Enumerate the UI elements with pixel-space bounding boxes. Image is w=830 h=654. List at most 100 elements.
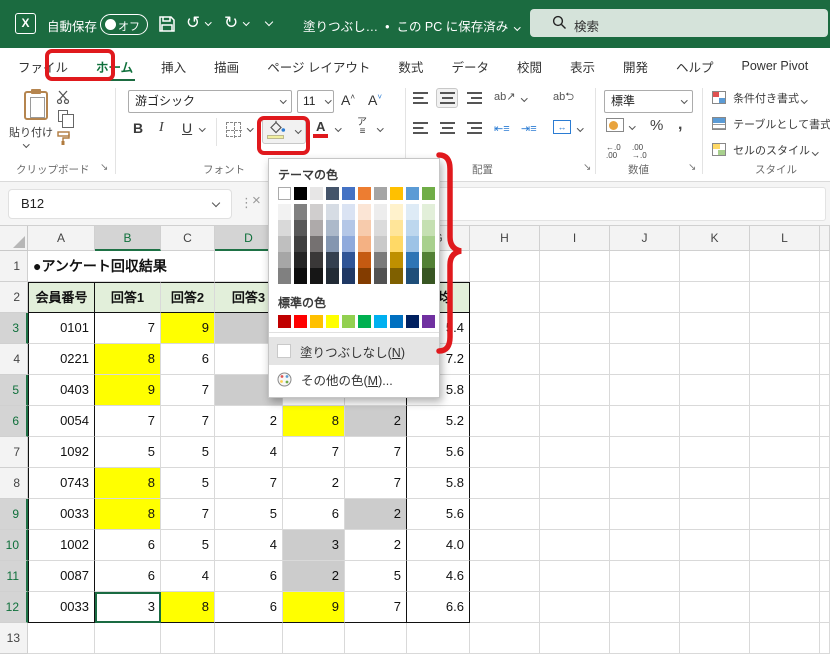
increase-indent-icon[interactable]: ⇥≡ — [521, 122, 537, 135]
color-swatch[interactable] — [422, 236, 435, 252]
color-swatch[interactable] — [406, 204, 419, 220]
color-swatch[interactable] — [374, 315, 387, 328]
align-top-icon[interactable] — [413, 92, 428, 104]
cell-K9[interactable] — [680, 499, 750, 530]
color-swatch[interactable] — [294, 268, 307, 284]
cell-D8[interactable]: 7 — [215, 468, 283, 499]
save-icon[interactable] — [158, 15, 176, 33]
cell-A12[interactable]: 0033 — [28, 592, 95, 623]
decrease-decimal-icon[interactable]: .00→.0 — [632, 144, 647, 160]
align-left-icon[interactable] — [413, 122, 428, 134]
color-swatch[interactable] — [326, 236, 339, 252]
cell-A5[interactable]: 0403 — [28, 375, 95, 406]
cell-I2[interactable] — [540, 282, 610, 313]
row-header-4[interactable]: 4 — [0, 344, 28, 375]
cell-L11[interactable] — [750, 561, 820, 592]
row-header-13[interactable]: 13 — [0, 623, 28, 654]
font-color-button[interactable]: A — [316, 119, 325, 134]
increase-decimal-icon[interactable]: ←.0.00 — [606, 144, 621, 160]
cell-C8[interactable]: 5 — [161, 468, 215, 499]
cell-H4[interactable] — [470, 344, 540, 375]
cell-C4[interactable]: 6 — [161, 344, 215, 375]
redo-dropdown-icon[interactable] — [243, 19, 249, 25]
color-swatch[interactable] — [342, 187, 355, 200]
cell-H1[interactable] — [470, 251, 540, 282]
cell-L12[interactable] — [750, 592, 820, 623]
cell-K3[interactable] — [680, 313, 750, 344]
color-swatch[interactable] — [294, 204, 307, 220]
cell-B5[interactable]: 9 — [95, 375, 161, 406]
cell-C13[interactable] — [161, 623, 215, 654]
cell-L7[interactable] — [750, 437, 820, 468]
cell-H7[interactable] — [470, 437, 540, 468]
cell-L9[interactable] — [750, 499, 820, 530]
color-swatch[interactable] — [294, 187, 307, 200]
row-header-7[interactable]: 7 — [0, 437, 28, 468]
tab-9[interactable]: 表示 — [556, 48, 609, 84]
cell-D11[interactable]: 6 — [215, 561, 283, 592]
cell-K13[interactable] — [680, 623, 750, 654]
color-swatch[interactable] — [406, 220, 419, 236]
col-header-C[interactable]: C — [161, 226, 215, 251]
color-swatch[interactable] — [294, 236, 307, 252]
cell-L2[interactable] — [750, 282, 820, 313]
cell-E7[interactable]: 7 — [283, 437, 345, 468]
color-swatch[interactable] — [390, 236, 403, 252]
font-name-select[interactable]: 游ゴシック — [128, 90, 292, 113]
cell-F11[interactable]: 5 — [345, 561, 407, 592]
row-header-12[interactable]: 12 — [0, 592, 28, 623]
cell-L10[interactable] — [750, 530, 820, 561]
color-swatch[interactable] — [310, 187, 323, 200]
color-swatch[interactable] — [278, 252, 291, 268]
cell-I5[interactable] — [540, 375, 610, 406]
cell-G10[interactable]: 4.0 — [407, 530, 470, 561]
cell-H10[interactable] — [470, 530, 540, 561]
col-header-L[interactable]: L — [750, 226, 820, 251]
cell-L8[interactable] — [750, 468, 820, 499]
cell-I9[interactable] — [540, 499, 610, 530]
color-swatch[interactable] — [374, 236, 387, 252]
color-swatch[interactable] — [374, 268, 387, 284]
cell-B9[interactable]: 8 — [95, 499, 161, 530]
search-input[interactable]: 検索 — [530, 9, 828, 37]
color-swatch[interactable] — [278, 236, 291, 252]
cell-F8[interactable]: 7 — [345, 468, 407, 499]
cell-I8[interactable] — [540, 468, 610, 499]
cell-B13[interactable] — [95, 623, 161, 654]
color-swatch[interactable] — [422, 220, 435, 236]
row-header-5[interactable]: 5 — [0, 375, 28, 406]
cell-J11[interactable] — [610, 561, 680, 592]
no-fill-menu-item[interactable]: 塗りつぶしなし(N) — [269, 337, 439, 365]
cell-B4[interactable]: 8 — [95, 344, 161, 375]
cell-J5[interactable] — [610, 375, 680, 406]
accounting-dropdown-icon[interactable] — [629, 123, 635, 129]
cell-B10[interactable]: 6 — [95, 530, 161, 561]
color-swatch[interactable] — [278, 315, 291, 328]
cell-E12[interactable]: 9 — [283, 592, 345, 623]
cell-F9[interactable]: 2 — [345, 499, 407, 530]
cell-K5[interactable] — [680, 375, 750, 406]
cell-C7[interactable]: 5 — [161, 437, 215, 468]
italic-button[interactable]: I — [159, 120, 164, 136]
color-swatch[interactable] — [390, 204, 403, 220]
cell-J6[interactable] — [610, 406, 680, 437]
cell-J10[interactable] — [610, 530, 680, 561]
cell-A10[interactable]: 1002 — [28, 530, 95, 561]
number-dialog-launcher-icon[interactable]: ↘ — [688, 162, 696, 173]
grow-font-button[interactable]: A˄ — [341, 92, 355, 108]
cancel-icon[interactable]: × — [252, 192, 261, 209]
shrink-font-button[interactable]: A˅ — [368, 92, 382, 108]
cell-I13[interactable] — [540, 623, 610, 654]
row-header-8[interactable]: 8 — [0, 468, 28, 499]
cell-H12[interactable] — [470, 592, 540, 623]
cell-F13[interactable] — [345, 623, 407, 654]
cell-D13[interactable] — [215, 623, 283, 654]
color-swatch[interactable] — [374, 204, 387, 220]
color-swatch[interactable] — [342, 252, 355, 268]
cell-E13[interactable] — [283, 623, 345, 654]
cell-J9[interactable] — [610, 499, 680, 530]
row-header-3[interactable]: 3 — [0, 313, 28, 344]
tab-3[interactable]: 挿入 — [147, 48, 200, 84]
cell-B6[interactable]: 7 — [95, 406, 161, 437]
color-swatch[interactable] — [358, 187, 371, 200]
